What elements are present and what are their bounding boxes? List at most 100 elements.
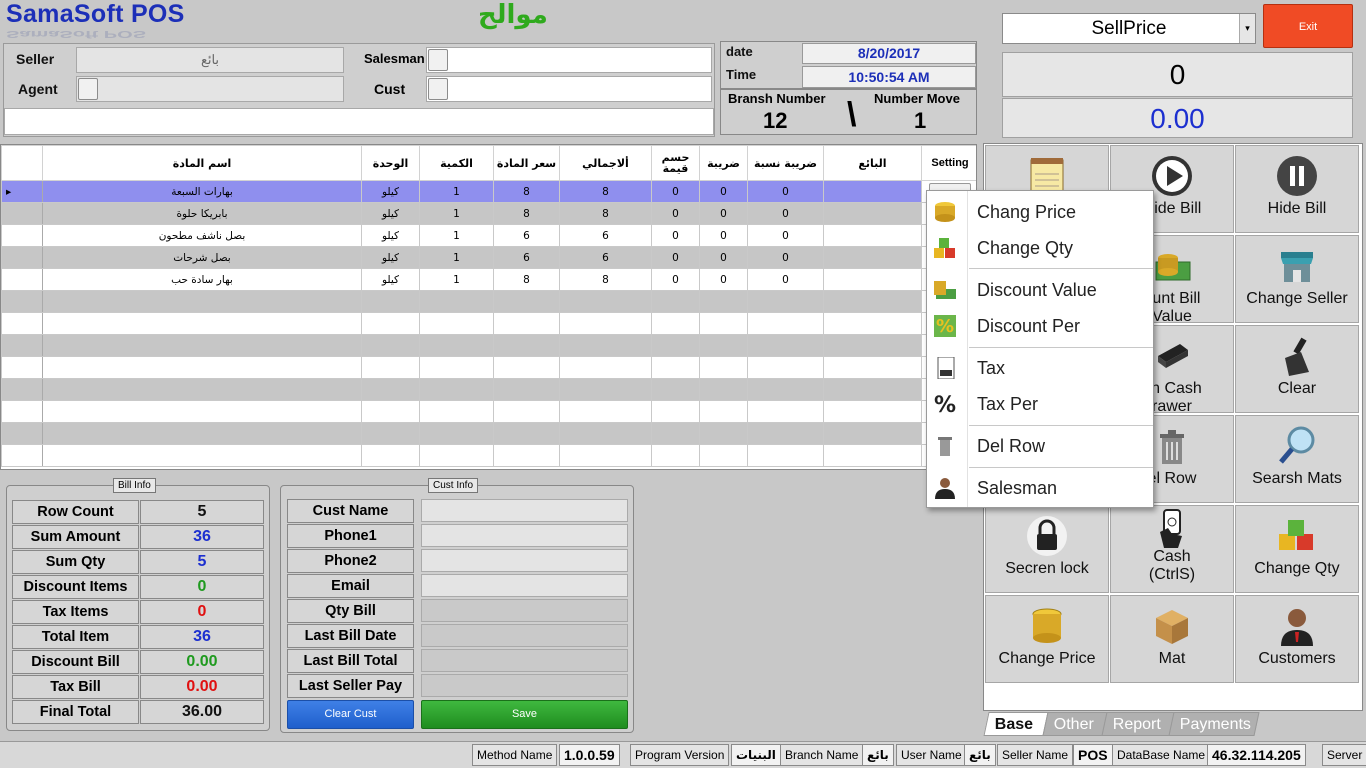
exit-button[interactable]: Exit <box>1263 4 1353 48</box>
price-type-select[interactable]: SellPrice ▾ <box>1002 13 1256 44</box>
table-cell[interactable] <box>651 290 700 313</box>
table-cell[interactable]: بابريكا حلوة <box>42 202 362 225</box>
table-cell[interactable]: 8 <box>559 180 652 203</box>
table-cell[interactable]: 0 <box>699 246 748 269</box>
table-cell[interactable] <box>361 312 420 335</box>
table-cell[interactable] <box>699 312 748 335</box>
screen-lock-tile[interactable]: Secren lock <box>985 505 1109 593</box>
menu-item-change-price[interactable]: Chang Price <box>927 195 1153 229</box>
table-cell[interactable]: بصل شرحات <box>42 246 362 269</box>
table-cell[interactable] <box>823 444 922 467</box>
menu-item-tax[interactable]: Tax <box>927 351 1153 385</box>
column-header[interactable]: Setting <box>921 145 976 181</box>
table-cell[interactable]: 8 <box>493 180 560 203</box>
table-row[interactable] <box>1 444 976 467</box>
table-cell[interactable] <box>699 422 748 445</box>
table-cell[interactable]: 0 <box>651 180 700 203</box>
table-cell[interactable] <box>493 400 560 423</box>
table-cell[interactable] <box>493 422 560 445</box>
column-header[interactable]: ألاجمالي <box>559 145 652 181</box>
row-selector[interactable] <box>1 224 43 247</box>
tab-other[interactable]: Other <box>1042 712 1108 736</box>
table-cell[interactable]: بصل ناشف مطحون <box>42 224 362 247</box>
table-cell[interactable]: 8 <box>493 202 560 225</box>
table-cell[interactable] <box>651 334 700 357</box>
row-selector[interactable] <box>1 290 43 313</box>
column-header[interactable]: الكمية <box>419 145 494 181</box>
table-cell[interactable] <box>559 290 652 313</box>
row-selector[interactable] <box>1 378 43 401</box>
table-cell[interactable] <box>747 334 824 357</box>
table-cell[interactable] <box>559 334 652 357</box>
table-cell[interactable] <box>361 400 420 423</box>
table-cell[interactable]: 0 <box>651 268 700 291</box>
column-header[interactable]: اسم المادة <box>42 145 362 181</box>
hide-bill-tile[interactable]: Hide Bill <box>1235 145 1359 233</box>
table-cell[interactable] <box>823 290 922 313</box>
table-cell[interactable] <box>823 180 922 203</box>
table-cell[interactable] <box>361 334 420 357</box>
cash-tile[interactable]: Cash (CtrlS) <box>1110 505 1234 593</box>
row-selector[interactable] <box>1 202 43 225</box>
table-cell[interactable]: 0 <box>651 246 700 269</box>
table-cell[interactable] <box>823 334 922 357</box>
table-cell[interactable] <box>823 356 922 379</box>
tab-payments[interactable]: Payments <box>1168 712 1260 736</box>
table-cell[interactable]: 0 <box>651 202 700 225</box>
row-selector[interactable] <box>1 400 43 423</box>
table-cell[interactable] <box>419 312 494 335</box>
table-cell[interactable]: 6 <box>559 246 652 269</box>
cust-checkbox[interactable] <box>428 78 448 100</box>
table-cell[interactable] <box>42 290 362 313</box>
table-cell[interactable]: كيلو <box>361 180 420 203</box>
table-cell[interactable]: 1 <box>419 224 494 247</box>
table-cell[interactable] <box>361 444 420 467</box>
table-cell[interactable] <box>747 378 824 401</box>
table-cell[interactable] <box>823 422 922 445</box>
row-selector[interactable] <box>1 268 43 291</box>
table-cell[interactable]: 0 <box>699 180 748 203</box>
table-cell[interactable]: 0 <box>651 224 700 247</box>
table-cell[interactable] <box>559 400 652 423</box>
table-cell[interactable] <box>559 356 652 379</box>
row-selector-arrow-icon[interactable]: ▸ <box>1 180 43 203</box>
table-cell[interactable] <box>823 268 922 291</box>
table-cell[interactable] <box>419 444 494 467</box>
table-cell[interactable] <box>823 224 922 247</box>
change-price-tile[interactable]: Change Price <box>985 595 1109 683</box>
table-cell[interactable] <box>823 400 922 423</box>
table-cell[interactable] <box>747 422 824 445</box>
table-cell[interactable] <box>42 444 362 467</box>
row-selector[interactable] <box>1 312 43 335</box>
items-grid[interactable]: اسم المادة الوحدة الكمية سعر المادة ألاجمالي… <box>0 144 977 470</box>
salesman-field[interactable] <box>426 47 712 73</box>
table-cell[interactable]: 0 <box>699 224 748 247</box>
column-header[interactable]: ضريبة نسبة <box>747 145 824 181</box>
table-cell[interactable] <box>559 378 652 401</box>
cust-info-field[interactable] <box>421 574 628 597</box>
table-cell[interactable] <box>747 290 824 313</box>
table-cell[interactable]: بهار سادة حب <box>42 268 362 291</box>
table-cell[interactable]: 1 <box>419 180 494 203</box>
seller-field[interactable]: بائع <box>76 47 344 73</box>
tab-base[interactable]: Base <box>983 712 1049 736</box>
table-cell[interactable] <box>493 356 560 379</box>
cust-field[interactable] <box>426 76 712 102</box>
menu-item-salesman[interactable]: Salesman <box>927 471 1153 505</box>
customers-tile[interactable]: Customers <box>1235 595 1359 683</box>
column-header[interactable]: ضريبة <box>699 145 748 181</box>
table-cell[interactable]: 0 <box>747 268 824 291</box>
table-cell[interactable]: 1 <box>419 268 494 291</box>
menu-item-tax-per[interactable]: % Tax Per <box>927 387 1153 421</box>
table-cell[interactable] <box>747 444 824 467</box>
table-cell[interactable]: 0 <box>747 246 824 269</box>
table-cell[interactable]: 0 <box>747 224 824 247</box>
table-row[interactable] <box>1 334 976 357</box>
table-cell[interactable]: 1 <box>419 202 494 225</box>
cust-info-field[interactable] <box>421 524 628 547</box>
save-button[interactable]: Save <box>421 700 628 729</box>
table-cell[interactable] <box>493 378 560 401</box>
table-cell[interactable] <box>559 444 652 467</box>
table-cell[interactable]: 0 <box>699 202 748 225</box>
table-row[interactable] <box>1 312 976 335</box>
